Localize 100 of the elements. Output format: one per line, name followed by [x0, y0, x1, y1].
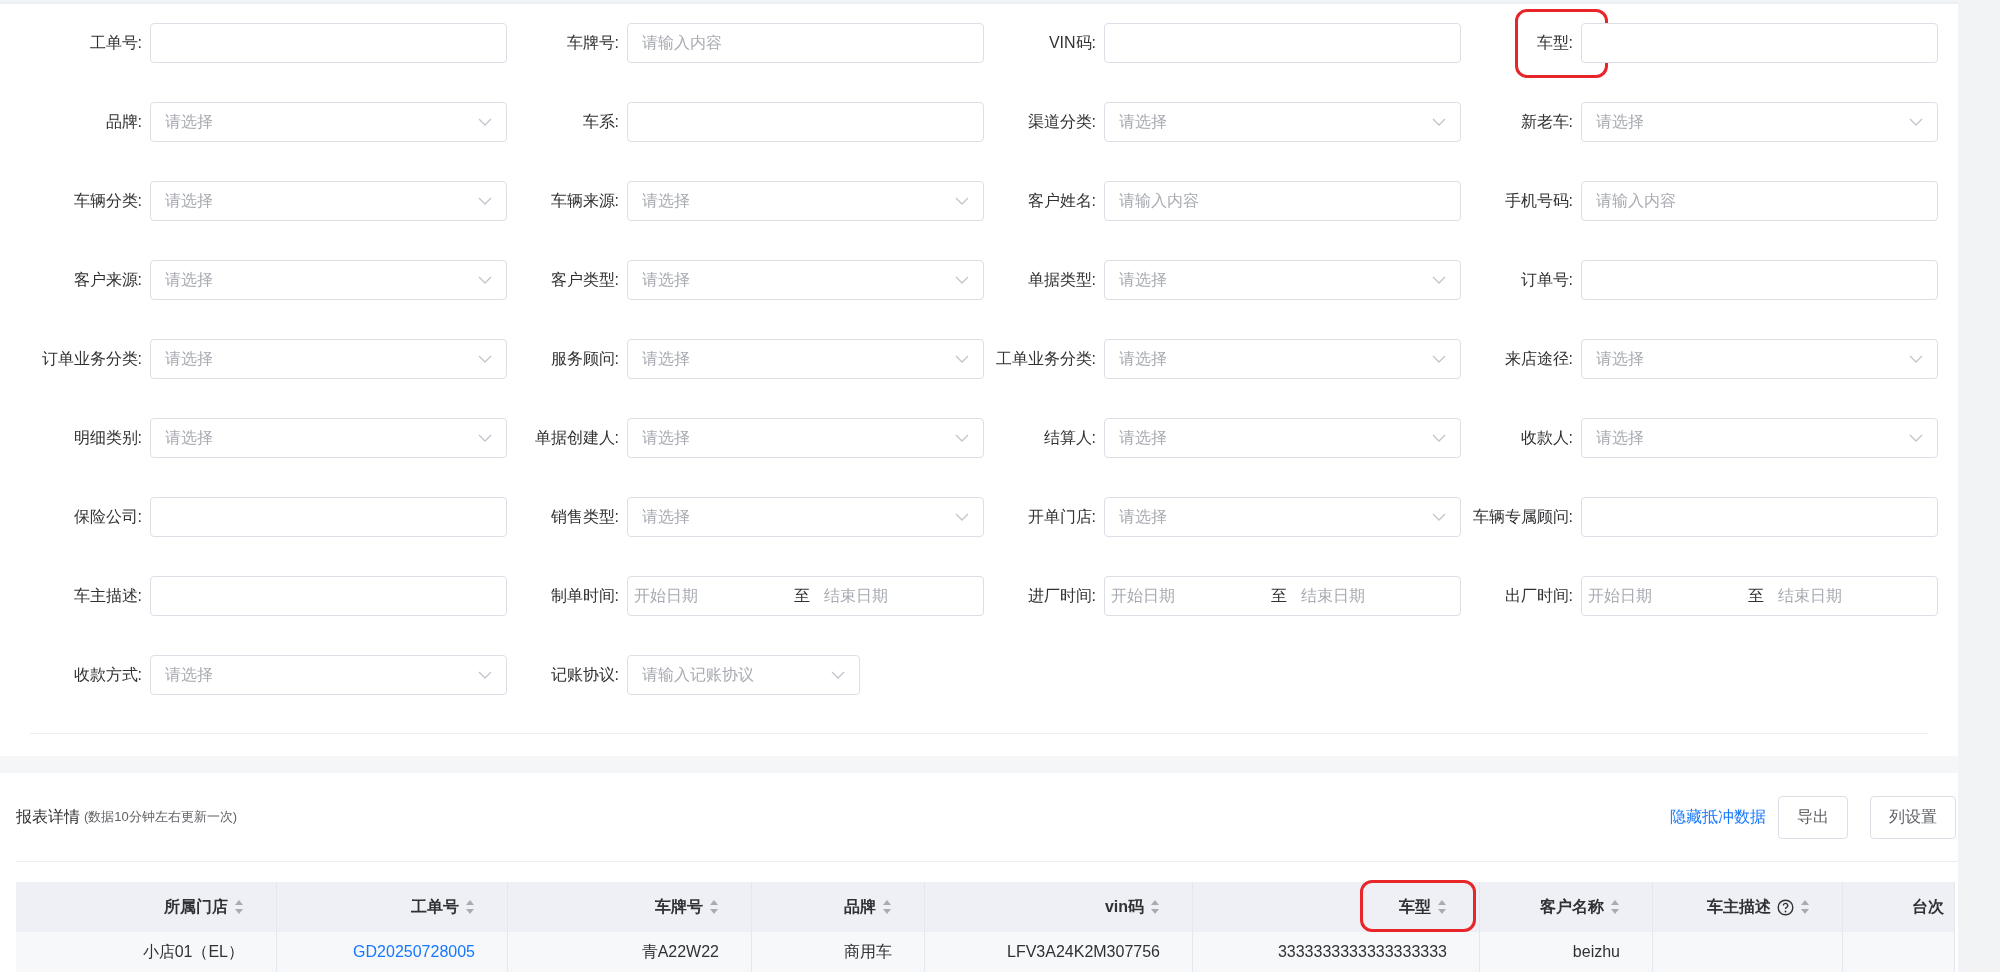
select-field[interactable]: 请选择: [627, 418, 984, 458]
sort-icon[interactable]: [1437, 899, 1447, 915]
sort-icon[interactable]: [709, 899, 719, 915]
toolbar-button[interactable]: 列设置: [1870, 795, 1956, 839]
date-range-field[interactable]: 开始日期 至 结束日期: [627, 576, 984, 616]
column-header[interactable]: 所属门店: [16, 882, 277, 932]
field-label: 销售类型:: [550, 507, 619, 525]
chevron-down-icon: [478, 671, 492, 679]
date-range-field[interactable]: 开始日期 至 结束日期: [1104, 576, 1461, 616]
select-field[interactable]: 请选择: [1581, 339, 1938, 379]
text-field[interactable]: 请输入内容: [627, 23, 984, 63]
sort-icon[interactable]: [882, 899, 892, 915]
select-field[interactable]: 请选择: [150, 181, 507, 221]
text-field[interactable]: [1581, 497, 1938, 537]
sort-icon[interactable]: [234, 899, 244, 915]
select-field[interactable]: 请选择: [1104, 260, 1461, 300]
field-label: 工单号:: [89, 33, 142, 51]
sort-icon[interactable]: [1800, 899, 1810, 915]
field-label: 保险公司:: [73, 507, 142, 525]
field-label: 车型:: [1536, 33, 1573, 51]
select-field[interactable]: 请选择: [1104, 102, 1461, 142]
table-cell: beizhu: [1480, 932, 1653, 972]
chevron-down-icon: [1432, 513, 1446, 521]
toolbar-button[interactable]: 导出: [1778, 795, 1848, 839]
chevron-down-icon: [478, 276, 492, 284]
field-label: 手机号码:: [1504, 191, 1573, 209]
select-field[interactable]: 请选择: [1104, 418, 1461, 458]
select-field[interactable]: 请选择: [1581, 102, 1938, 142]
text-field[interactable]: [1104, 23, 1461, 63]
column-header[interactable]: 车型: [1193, 882, 1480, 932]
text-field[interactable]: [627, 102, 984, 142]
update-note: (数据10分钟左右更新一次): [84, 808, 238, 826]
column-header[interactable]: vin码: [925, 882, 1193, 932]
help-icon[interactable]: [1777, 898, 1794, 916]
column-header[interactable]: 工单号: [277, 882, 508, 932]
field-label: 开单门店:: [1027, 507, 1096, 525]
chevron-down-icon: [1432, 434, 1446, 442]
table-cell: 青A22W22: [508, 932, 752, 972]
chevron-down-icon: [478, 118, 492, 126]
hide-offset-link[interactable]: 隐藏抵冲数据: [1670, 806, 1766, 828]
chevron-down-icon: [955, 197, 969, 205]
select-field[interactable]: 请选择: [150, 102, 507, 142]
select-field[interactable]: 请选择: [627, 260, 984, 300]
chevron-down-icon: [831, 671, 845, 679]
table-cell: 商用车: [752, 932, 925, 972]
sort-icon[interactable]: [465, 899, 475, 915]
select-field[interactable]: 请输入记账协议: [627, 655, 860, 695]
field-label: 收款人:: [1520, 428, 1573, 446]
field-label: 新老车:: [1520, 112, 1573, 130]
text-field[interactable]: [150, 576, 507, 616]
select-field[interactable]: 请选择: [1104, 339, 1461, 379]
chevron-down-icon: [955, 276, 969, 284]
field-label: VIN码:: [1048, 33, 1096, 51]
text-field[interactable]: [150, 23, 507, 63]
sort-icon[interactable]: [1150, 899, 1160, 915]
select-field[interactable]: 请选择: [150, 655, 507, 695]
field-label: 渠道分类:: [1027, 112, 1096, 130]
chevron-down-icon: [1909, 118, 1923, 126]
field-label: 客户类型:: [550, 270, 619, 288]
select-field[interactable]: 请选择: [1581, 418, 1938, 458]
text-field[interactable]: [150, 497, 507, 537]
field-label: 制单时间:: [550, 586, 619, 604]
select-field[interactable]: 请选择: [627, 497, 984, 537]
select-field[interactable]: 请选择: [1104, 497, 1461, 537]
chevron-down-icon: [1909, 434, 1923, 442]
column-header[interactable]: 客户名称: [1480, 882, 1653, 932]
select-field[interactable]: 请选择: [627, 339, 984, 379]
field-label: 车系:: [582, 112, 619, 130]
field-label: 收款方式:: [73, 665, 142, 683]
field-label: 车辆来源:: [550, 191, 619, 209]
text-field[interactable]: 请输入内容: [1581, 181, 1938, 221]
field-label: 客户来源:: [73, 270, 142, 288]
chevron-down-icon: [1432, 118, 1446, 126]
text-field[interactable]: [1581, 23, 1938, 63]
text-field[interactable]: 请输入内容: [1104, 181, 1461, 221]
select-field[interactable]: 请选择: [150, 339, 507, 379]
column-header[interactable]: 台次: [1843, 882, 1955, 932]
field-label: 客户姓名:: [1027, 191, 1096, 209]
field-label: 品牌:: [105, 112, 142, 130]
select-field[interactable]: 请选择: [627, 181, 984, 221]
column-header[interactable]: 车主描述: [1653, 882, 1843, 932]
field-label: 记账协议:: [550, 665, 619, 683]
field-label: 出厂时间:: [1504, 586, 1573, 604]
column-header[interactable]: 车牌号: [508, 882, 752, 932]
field-label: 订单业务分类:: [41, 349, 142, 367]
sort-icon[interactable]: [1610, 899, 1620, 915]
field-label: 车辆分类:: [73, 191, 142, 209]
date-range-field[interactable]: 开始日期 至 结束日期: [1581, 576, 1938, 616]
text-field[interactable]: [1581, 260, 1938, 300]
chevron-down-icon: [478, 197, 492, 205]
select-field[interactable]: 请选择: [150, 418, 507, 458]
field-label: 来店途径:: [1504, 349, 1573, 367]
column-header[interactable]: 品牌: [752, 882, 925, 932]
select-field[interactable]: 请选择: [150, 260, 507, 300]
field-label: 服务顾问:: [550, 349, 619, 367]
chevron-down-icon: [1432, 355, 1446, 363]
chevron-down-icon: [478, 355, 492, 363]
order-link[interactable]: GD20250728005: [277, 932, 508, 972]
field-label: 车牌号:: [566, 33, 619, 51]
chevron-down-icon: [955, 434, 969, 442]
